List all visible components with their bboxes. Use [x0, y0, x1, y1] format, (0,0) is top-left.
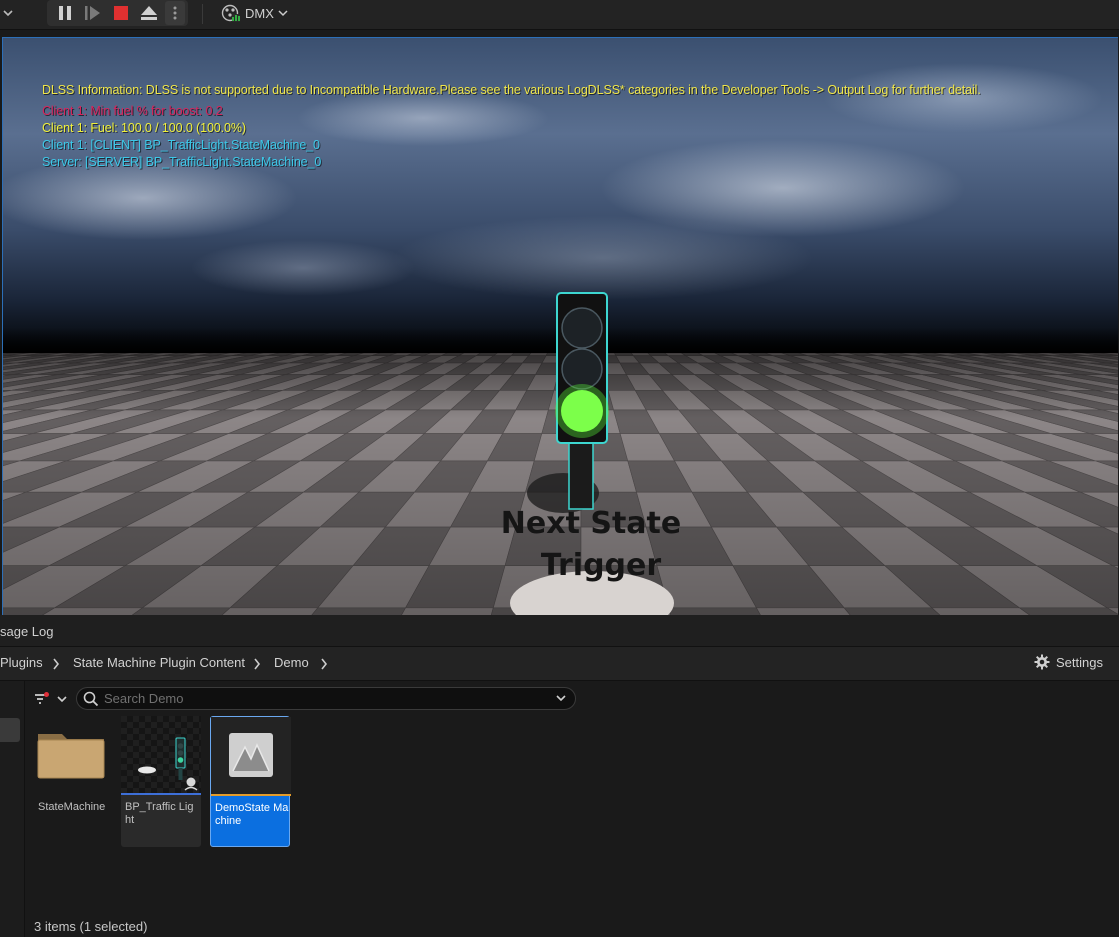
breadcrumb-item-plugin-content[interactable]: State Machine Plugin Content [73, 655, 245, 670]
folder-icon [37, 734, 105, 779]
dmx-label: DMX [245, 5, 274, 21]
play-controls-group [47, 0, 188, 26]
asset-label: StateMachine [38, 801, 106, 813]
asset-type-bar [211, 794, 291, 796]
chevron-right-icon [253, 657, 263, 670]
asset-label: DemoState Machine [215, 802, 289, 827]
breadcrumb-item-plugins[interactable]: Plugins [0, 655, 43, 670]
level-viewport[interactable]: Next State Trigger DLSS Information: DLS… [2, 37, 1118, 615]
asset-tile-blueprint[interactable]: BP_Traffic Light [121, 716, 201, 847]
search-icon [83, 691, 99, 707]
debug-message-line: Client 1: [CLIENT] BP_TrafficLight.State… [42, 138, 320, 152]
settings-button[interactable]: Settings [1034, 654, 1103, 670]
asset-label: BP_Traffic Light [125, 801, 194, 826]
trigger-label: Next State Trigger [481, 503, 701, 587]
asset-type-bar [121, 793, 201, 795]
debug-message-line: Server: [SERVER] BP_TrafficLight.StateMa… [42, 155, 322, 169]
green-light [561, 390, 603, 432]
eject-icon [141, 6, 157, 20]
debug-message-line: Client 1: Min fuel % for boost: 0.2 [42, 104, 223, 118]
sources-panel-collapsed[interactable] [0, 681, 25, 937]
status-bar-text: 3 items (1 selected) [34, 919, 148, 934]
settings-label: Settings [1056, 654, 1103, 670]
breadcrumb-item-demo[interactable]: Demo [274, 655, 309, 670]
chevron-down-icon [57, 696, 67, 703]
debug-message-line: DLSS Information: DLSS is not supported … [42, 83, 981, 97]
sidebar-selected-item[interactable] [0, 718, 20, 742]
toolbar-divider [202, 4, 203, 24]
breadcrumb: Plugins State Machine Plugin Content Dem… [0, 647, 1119, 681]
filter-icon [35, 692, 49, 704]
search-field[interactable] [76, 687, 576, 710]
eject-button[interactable] [138, 3, 160, 23]
pause-button[interactable] [54, 3, 76, 23]
chevron-down-icon[interactable] [555, 693, 567, 703]
stop-icon [114, 6, 128, 20]
stop-button[interactable] [110, 3, 132, 23]
pause-icon [59, 6, 71, 20]
advance-frame-button[interactable] [82, 3, 104, 23]
trigger-label-line1: Next State [500, 506, 682, 541]
blueprint-thumbnail [121, 716, 201, 794]
frame-skip-icon [85, 6, 100, 20]
dmx-icon [221, 4, 240, 22]
asset-tile-state-machine[interactable]: DemoState Machine [210, 716, 291, 847]
more-options-button[interactable] [165, 1, 185, 25]
state-machine-icon [211, 717, 291, 795]
debug-message-line: Client 1: Fuel: 100.0 / 100.0 (100.0%) [42, 121, 246, 135]
message-log-tab-bar: sage Log [0, 615, 1119, 647]
chevron-down-icon[interactable] [2, 6, 16, 20]
filter-button[interactable] [34, 688, 70, 710]
asset-tile-folder[interactable]: StateMachine [34, 716, 114, 847]
chevron-down-icon [278, 10, 288, 17]
main-toolbar: DMX [0, 0, 1119, 30]
chevron-right-icon [52, 657, 62, 670]
dmx-dropdown[interactable]: DMX [221, 3, 288, 23]
trigger-label-line2: Trigger [540, 548, 662, 583]
search-input[interactable] [104, 690, 544, 707]
gear-icon [1034, 654, 1050, 670]
message-log-tab[interactable]: sage Log [0, 624, 54, 639]
chevron-right-icon[interactable] [320, 657, 330, 670]
vertical-ellipsis-icon [173, 6, 177, 20]
